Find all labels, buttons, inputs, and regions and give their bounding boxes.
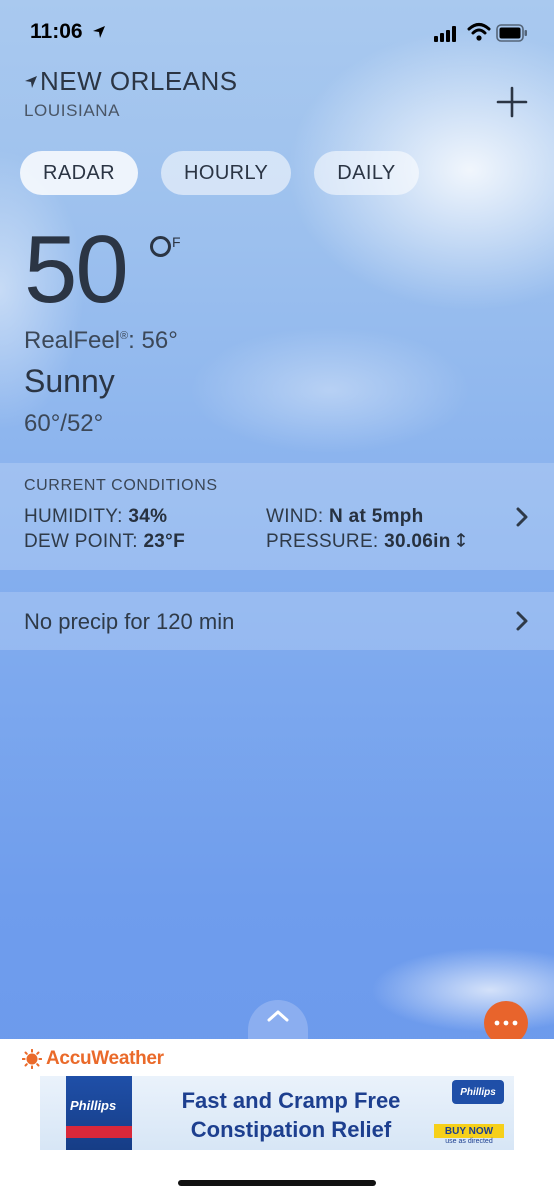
realfeel: RealFeel®: 56°: [24, 327, 178, 355]
dew-point-label: DEW POINT:: [24, 531, 138, 552]
wind: WIND: N at 5mph: [266, 506, 424, 528]
expand-details-button[interactable]: [248, 1000, 308, 1040]
chevron-right-icon: [516, 611, 528, 631]
more-dots-icon: [494, 1020, 518, 1026]
view-tabs: RADAR HOURLY DAILY: [20, 151, 419, 195]
pressure-value: 30.06in: [384, 531, 451, 552]
degree-symbol: [150, 236, 171, 257]
ad-headline-line2: Constipation Relief: [190, 1117, 392, 1142]
current-temperature-block: 50 F: [24, 216, 181, 323]
high-low-temperature: 60°/52°: [24, 410, 104, 437]
status-time: 11:06: [30, 20, 83, 43]
wind-value: N at 5mph: [329, 506, 424, 527]
wifi-icon: [467, 23, 491, 41]
current-temperature: 50: [24, 216, 129, 323]
humidity: HUMIDITY: 34%: [24, 506, 167, 528]
ad-headline-line1: Fast and Cramp Free: [181, 1088, 401, 1113]
accuweather-logo: AccuWeather: [22, 1048, 164, 1070]
realfeel-label: RealFeel: [24, 327, 121, 354]
tab-daily[interactable]: DAILY: [314, 151, 419, 195]
registered-mark: ®: [120, 330, 129, 342]
ad-disclaimer: use as directed: [445, 1138, 493, 1145]
chevron-up-icon: [267, 1010, 289, 1022]
current-conditions-title: CURRENT CONDITIONS: [24, 477, 218, 494]
ad-headline: Fast and Cramp Free Constipation Relief: [156, 1086, 426, 1144]
city-name: NEW ORLEANS: [40, 66, 238, 96]
pressure-label: PRESSURE:: [266, 531, 379, 552]
dew-point: DEW POINT: 23°F: [24, 531, 185, 553]
pressure-trend-icon: [457, 532, 466, 548]
add-location-button[interactable]: [496, 86, 528, 118]
tab-radar[interactable]: RADAR: [20, 151, 139, 195]
ad-banner[interactable]: Phillips Fast and Cramp Free Constipatio…: [40, 1076, 514, 1150]
buy-now-button[interactable]: BUY NOW: [434, 1124, 504, 1138]
precip-summary: No precip for 120 min: [24, 609, 235, 634]
weather-condition: Sunny: [24, 363, 115, 399]
humidity-label: HUMIDITY:: [24, 506, 123, 527]
accuweather-wordmark: AccuWeather: [46, 1048, 164, 1069]
accuweather-sun-icon: [22, 1049, 42, 1069]
temperature-unit: F: [172, 234, 181, 250]
wind-label: WIND:: [266, 506, 324, 527]
chevron-right-icon: [516, 507, 528, 527]
product-brand: Phillips: [70, 1098, 117, 1113]
tab-hourly[interactable]: HOURLY: [161, 151, 292, 195]
ad-area: AccuWeather Phillips Fast and Cramp Free…: [0, 1039, 554, 1200]
realfeel-value: : 56°: [128, 327, 178, 354]
pressure: PRESSURE: 30.06in: [266, 531, 466, 553]
status-bar: 11:06: [0, 0, 554, 70]
humidity-value: 34%: [128, 506, 168, 527]
product-image: Phillips: [66, 1076, 132, 1150]
home-indicator[interactable]: [178, 1180, 376, 1186]
product-stripe: [66, 1126, 132, 1138]
location-header[interactable]: NEW ORLEANS: [24, 66, 238, 97]
battery-icon: [496, 24, 527, 42]
dew-point-value: 23°F: [143, 531, 185, 552]
minutecast-panel[interactable]: No precip for 120 min: [0, 592, 554, 650]
state-name: LOUISIANA: [24, 101, 121, 120]
current-conditions-panel[interactable]: CURRENT CONDITIONS HUMIDITY: 34% DEW POI…: [0, 463, 554, 570]
signal-icon: [434, 26, 456, 42]
location-arrow-icon: [25, 75, 37, 88]
location-services-icon: [93, 26, 105, 38]
ad-brand-badge: Phillips: [452, 1080, 504, 1104]
plus-icon: [496, 86, 528, 118]
